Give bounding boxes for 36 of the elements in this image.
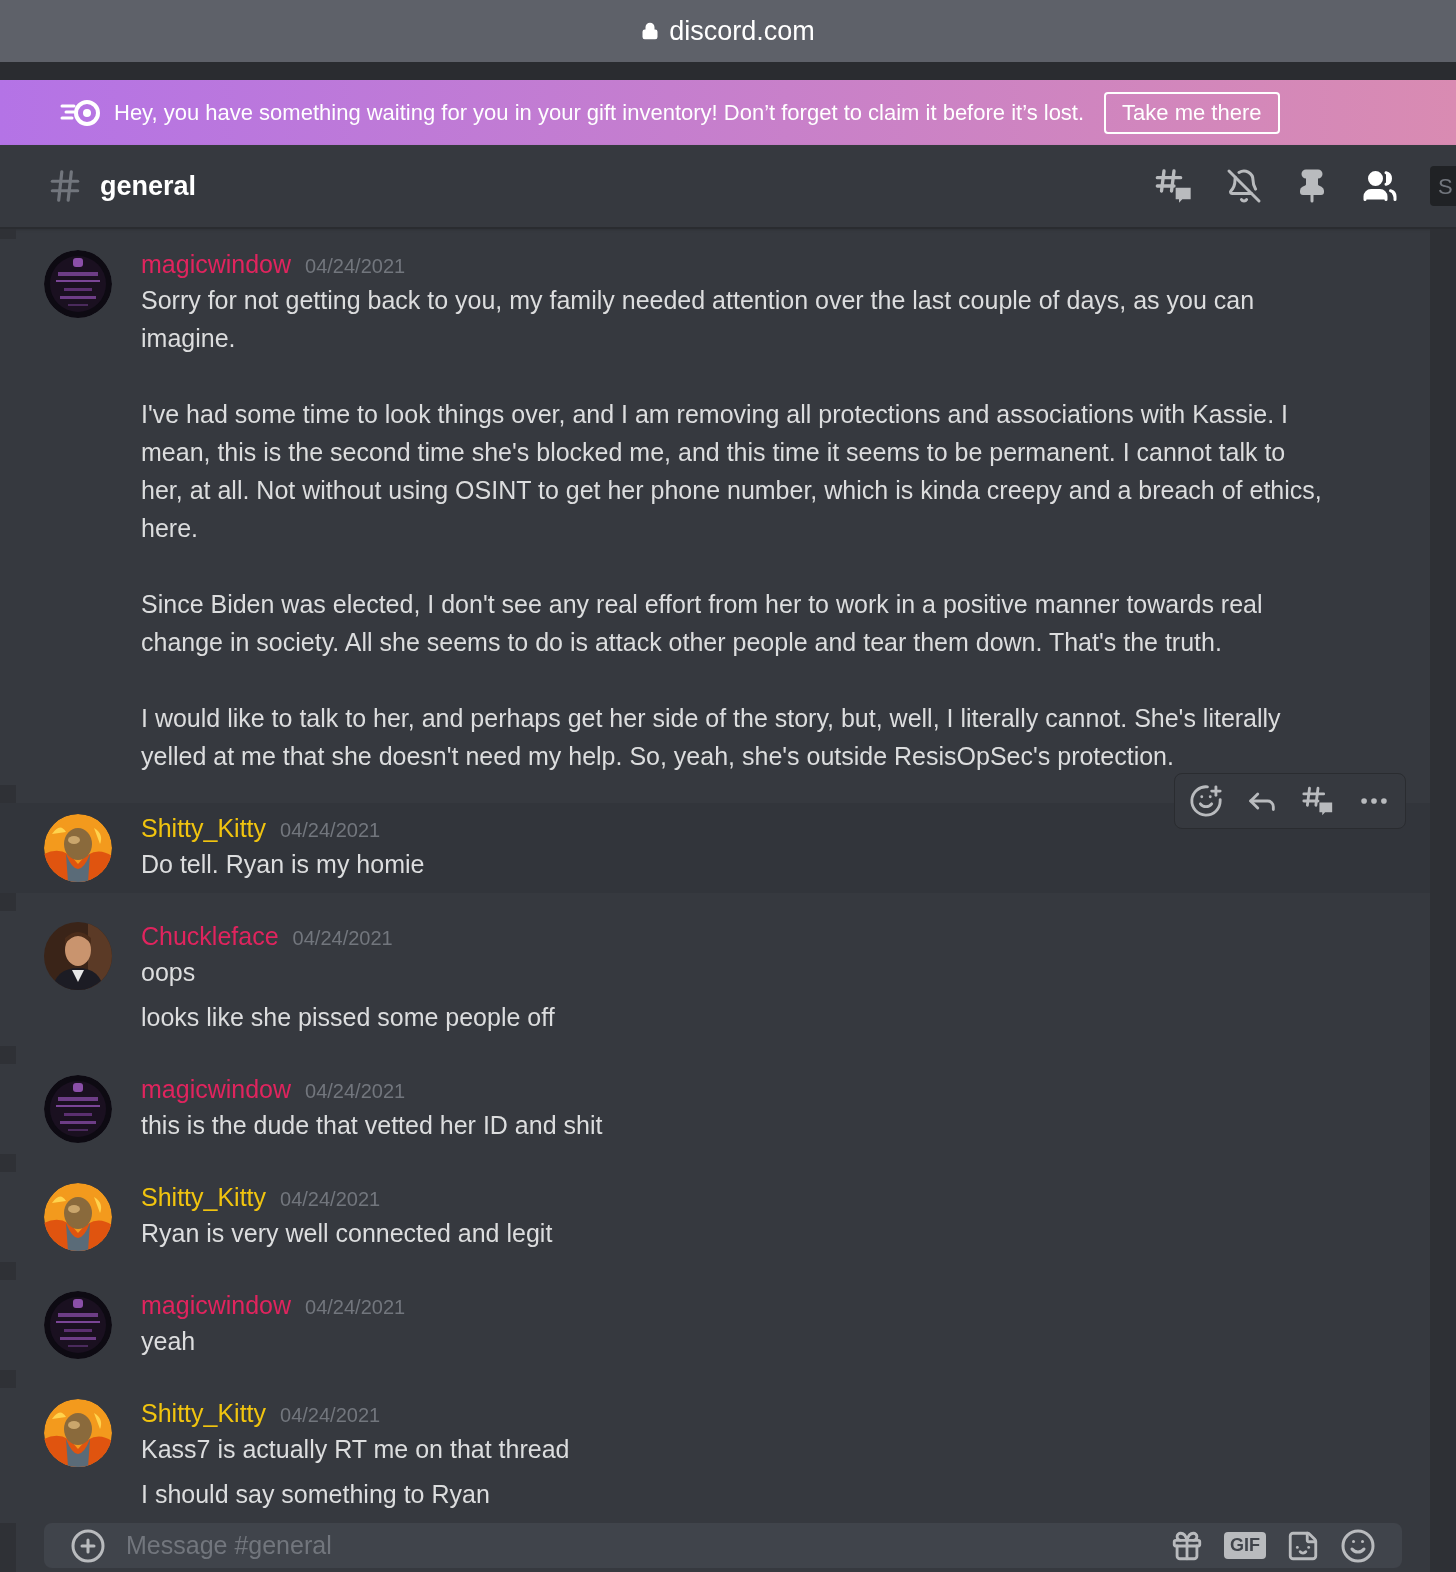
nitro-icon	[60, 97, 102, 128]
timestamp: 04/24/2021	[305, 254, 406, 279]
message-text: this is the dude that vetted her ID and shit	[141, 1110, 603, 1141]
message-text: I've had some time to look things over, and I am removing all protections and associations with Kassie. I mean, this is the second time she's blocked me, and this time it seems to be permanent. I cannot talk to her, at all. Not without using OSINT to get her phone number, which is kinda creepy and a breach of ethics, here.	[141, 399, 1323, 544]
timestamp: 04/24/2021	[280, 818, 381, 843]
notifications-off-icon[interactable]	[1226, 168, 1262, 204]
gif-button[interactable]: GIF	[1224, 1532, 1266, 1559]
message-text: Do tell. Ryan is my homie	[141, 849, 425, 880]
members-icon[interactable]	[1362, 168, 1398, 204]
add-reaction-icon[interactable]	[1189, 784, 1223, 818]
message-text: yeah	[141, 1326, 197, 1357]
message-text: Since Biden was elected, I don't see any real effort from her to work in a positive manner towards real change in society. All she seems to do is attack other people and tear them down. That's the truth.	[141, 589, 1264, 658]
message-text: Sorry for not getting back to you, my family needed attention over the last couple of days, as you can imagine.	[141, 285, 1256, 354]
timestamp: 04/24/2021	[305, 1079, 406, 1104]
timestamp: 04/24/2021	[280, 1403, 381, 1428]
message-text: oops	[141, 957, 197, 988]
username[interactable]: Shitty_Kitty	[141, 1396, 267, 1430]
threads-icon[interactable]	[1301, 784, 1335, 818]
take-me-there-button[interactable]: Take me there	[1104, 91, 1280, 134]
lock-icon	[641, 22, 660, 40]
banner-text: Hey, you have something waiting for you in your gift inventory! Don’t forget to claim it before it’s lost.	[114, 99, 1085, 127]
timestamp: 04/24/2021	[305, 1295, 406, 1320]
username[interactable]: Shitty_Kitty	[141, 811, 267, 845]
username[interactable]: Shitty_Kitty	[141, 1180, 267, 1214]
message-text: Ryan is very well connected and legit	[141, 1218, 553, 1249]
search-field[interactable]: S	[1430, 166, 1456, 206]
timestamp: 04/24/2021	[292, 926, 393, 951]
message-text: I should say something to Ryan	[141, 1479, 491, 1510]
message-text: looks like she pissed some people off	[141, 1002, 555, 1033]
upload-icon[interactable]	[70, 1527, 106, 1564]
timestamp: 04/24/2021	[280, 1187, 381, 1212]
emoji-icon[interactable]	[1340, 1527, 1376, 1564]
url-text[interactable]: discord.com	[669, 10, 815, 52]
channel-name: general	[100, 169, 197, 203]
message-text: I would like to talk to her, and perhaps get her side of the story, but, well, I literally cannot. She's literally yelled at me that she doesn't need my help. So, yeah, she's outside ResisOpSec's protection.	[141, 703, 1282, 772]
message-text: Kass7 is actually RT me on that thread	[141, 1434, 570, 1465]
